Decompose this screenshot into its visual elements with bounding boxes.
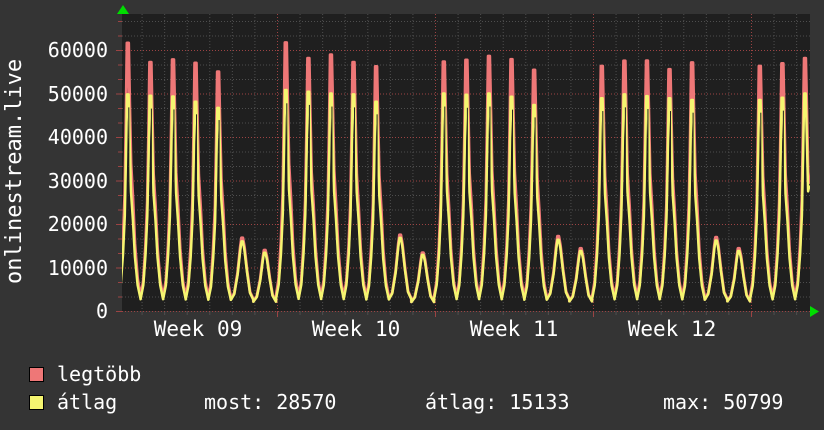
y-tick-label-60000: 60000 bbox=[47, 38, 108, 62]
legend-label-atlag: átlag bbox=[57, 390, 118, 414]
legend-swatch-legtobb bbox=[29, 367, 44, 382]
y-axis-arrow-icon bbox=[117, 5, 129, 14]
x-tick-label-week-10: Week 10 bbox=[311, 317, 401, 341]
y-tick-label-50000: 50000 bbox=[47, 81, 108, 106]
legend-label-legtobb: legtöbb bbox=[57, 362, 142, 386]
stat-max: max: 50799 bbox=[663, 390, 784, 414]
x-tick-label-week-11: Week 11 bbox=[469, 317, 559, 341]
stat-atlag: átlag: 15133 bbox=[425, 390, 570, 414]
y-tick-label-40000: 40000 bbox=[47, 125, 108, 149]
y-tick-label-0: 0 bbox=[95, 299, 108, 323]
y-tick-label-30000: 30000 bbox=[47, 168, 108, 193]
x-axis-arrow-icon bbox=[810, 306, 819, 317]
x-tick-label-week-12: Week 12 bbox=[627, 317, 717, 341]
y-tick-label-20000: 20000 bbox=[47, 212, 108, 236]
x-tick-label-week-9: Week 09 bbox=[153, 317, 243, 341]
stat-most: most: 28570 bbox=[204, 390, 337, 414]
legend-swatch-atlag bbox=[29, 395, 44, 410]
y-tick-label-10000: 10000 bbox=[47, 255, 108, 280]
